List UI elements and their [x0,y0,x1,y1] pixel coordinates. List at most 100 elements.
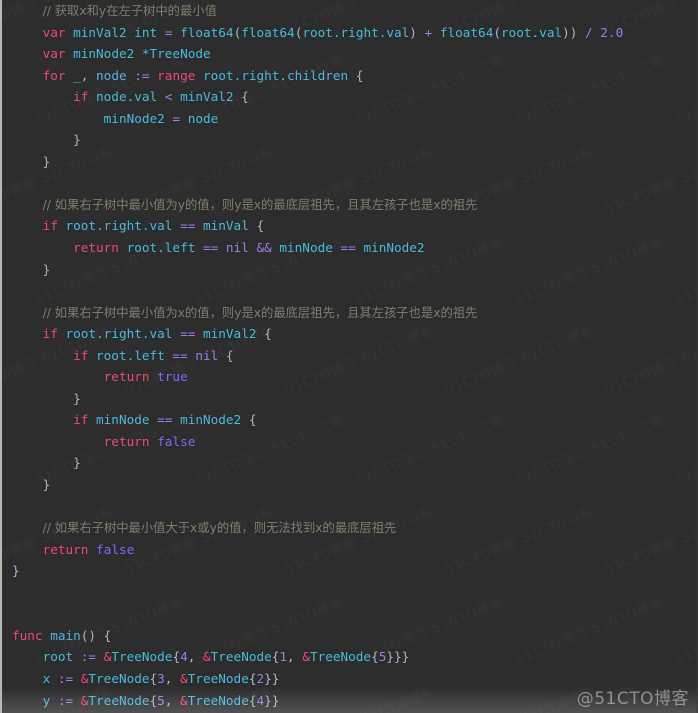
code-line[interactable] [2,280,697,302]
code-token-pun: , [164,670,181,686]
code-line[interactable]: } [2,474,697,496]
code-token-cmt: // 如果右子树中最小值为x的值，则y是x的最底层祖先，且其左孩子也是x的祖先 [42,305,478,320]
code-token-pun: } [73,455,81,471]
code-token-kw: func [12,627,43,643]
code-line[interactable]: } [2,560,697,582]
code-token-type: *TreeNode [141,46,211,62]
code-token-kw: if [73,412,89,428]
code-token-pun [195,218,203,233]
code-line[interactable]: return true [2,366,697,388]
code-line[interactable]: // 获取x和y在左子树中的最小值 [2,0,697,22]
code-line[interactable]: // 如果右子树中最小值为x的值，则y是x的最底层祖先，且其左孩子也是x的祖先 [2,302,697,324]
code-token-pun: () { [80,627,112,643]
code-token-pun [172,25,180,40]
code-line[interactable]: } [2,388,697,410]
code-token-pun: { [172,649,181,665]
code-token-type: int [134,24,158,40]
code-line[interactable]: var minNode2 *TreeNode [2,43,697,65]
code-line[interactable] [2,172,697,194]
code-token-pun [417,25,425,40]
code-line[interactable]: if root.right.val == minVal { [2,215,697,237]
code-token-pun [88,348,96,363]
code-token-type: TreeNode [88,692,150,708]
code-token-op: == [157,412,173,428]
code-token-pun: ( [493,24,501,40]
code-token-pun [157,89,165,104]
code-line[interactable]: if node.val < minVal2 { [2,86,697,108]
code-line[interactable]: // 如果右子树中最小值大于x或y的值，则无法找到x的最底层祖先 [2,517,697,539]
code-line[interactable]: } [2,151,697,173]
code-token-id: root.val [500,24,563,40]
code-token-pun [172,218,180,233]
code-token-kw: return [42,541,89,557]
code-line[interactable]: x := &TreeNode{3, &TreeNode{2}} [2,668,697,690]
code-token-amp: & [203,649,211,665]
code-token-pun: }}} [386,649,410,665]
code-token-kw: range [157,67,196,83]
code-token-nil: nil [195,347,219,363]
code-line[interactable]: } [2,129,697,151]
code-token-id: root.left [126,240,196,256]
code-line[interactable] [2,603,697,625]
code-token-pun [134,46,142,61]
code-token-pun: }} [264,692,280,708]
code-line[interactable]: } [2,452,697,474]
code-token-num: 4 [180,649,188,665]
code-token-kw: return [103,369,150,385]
code-line[interactable]: } [2,259,697,281]
code-token-id: minNode2 [363,240,425,256]
code-line[interactable]: root := &TreeNode{4, &TreeNode{1, &TreeN… [2,646,697,668]
code-token-pun: { [149,692,158,708]
code-line[interactable] [2,582,697,604]
code-token-kw: for [42,67,66,83]
code-line[interactable]: if minNode == minNode2 { [2,409,697,431]
code-viewer[interactable]: 51CTO博客 51CTO博客51CTO博客 51CTO博客51CTO博客 51… [0,0,698,713]
code-token-op: = [172,110,181,126]
code-token-type: TreeNode [187,670,249,686]
code-token-kw: return [73,240,119,256]
code-line[interactable]: y := &TreeNode{5, &TreeNode{4}} [2,690,697,712]
code-line[interactable]: if root.right.val == minVal2 { [2,323,697,345]
code-line[interactable]: return false [2,539,697,561]
code-line[interactable]: // 如果右子树中最小值为y的值，则y是x的最底层祖先，且其左孩子也是x的祖先 [2,194,697,216]
code-line[interactable]: func main() { [2,625,697,647]
code-token-pun [577,25,585,40]
code-token-pun: { [218,347,234,363]
code-line[interactable]: minNode2 = node [2,108,697,130]
code-line[interactable]: return root.left == nil && minNode == mi… [2,237,697,259]
code-token-op: == [340,240,356,256]
code-token-num: 2 [256,670,265,686]
code-token-id: _ [73,67,81,83]
code-token-id: root.right.val [65,218,173,234]
code-token-pun [50,671,58,686]
code-line[interactable]: return false [2,431,697,453]
code-line[interactable]: for _, node := range root.right.children… [2,65,697,87]
code-token-type: TreeNode [111,649,173,665]
code-token-id: node [96,67,127,83]
code-line[interactable]: if root.left == nil { [2,345,697,367]
code-token-pun: { [348,67,364,83]
code-token-id: minVal2 [73,24,127,40]
code-token-pun: { [149,670,158,686]
code-token-pun [432,25,440,40]
code-block[interactable]: // 获取x和y在左子树中的最小值 var minVal2 int = floa… [2,0,697,713]
code-line[interactable] [2,496,697,518]
code-token-pun: { [256,326,272,342]
code-token-id: root.left [96,347,165,363]
code-line[interactable]: var minVal2 int = float64(float64(root.r… [2,22,697,44]
code-token-op: == [172,347,188,363]
code-token-op: / [585,24,593,40]
code-token-pun [195,68,203,83]
